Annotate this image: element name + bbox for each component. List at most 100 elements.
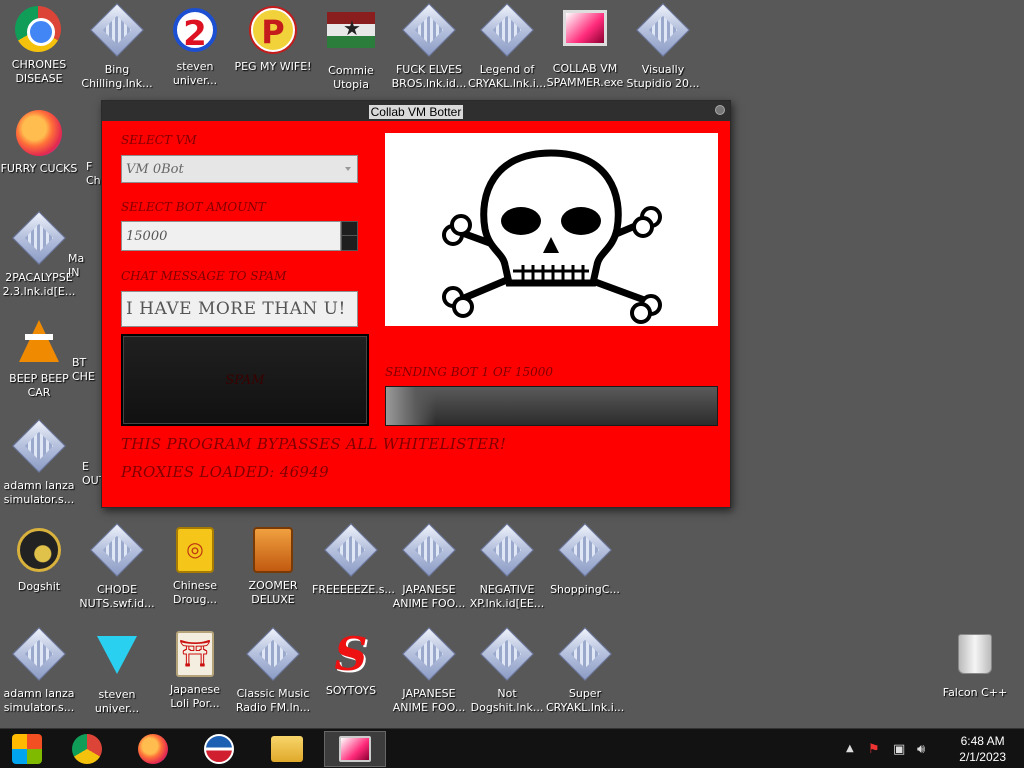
volume-icon[interactable]: 🔊︎ bbox=[917, 742, 925, 757]
skull-image-panel bbox=[385, 133, 718, 326]
desktop-icon-chrones-disease[interactable]: CHRONES DISEASE bbox=[0, 6, 78, 86]
desktop-icon-2pacalypse[interactable]: 2PACALYPSE 2.3.lnk.id[E... bbox=[0, 211, 78, 299]
vlc-cone-icon bbox=[15, 320, 63, 368]
file-explorer-icon bbox=[271, 736, 303, 762]
shortcut-icon bbox=[558, 523, 612, 579]
shortcut-icon bbox=[480, 3, 534, 59]
select-vm-label: SELECT VM bbox=[121, 133, 197, 147]
vm-select-dropdown[interactable]: VM 0Bot bbox=[121, 155, 358, 183]
chevron-down-icon bbox=[345, 167, 351, 171]
s-logo-icon: S bbox=[334, 627, 368, 681]
network-icon[interactable]: ▣ bbox=[893, 742, 905, 757]
desktop-icon-chinese-droug[interactable]: ◎ Chinese Droug... bbox=[156, 526, 234, 607]
desktop-icon-zoomer-deluxe[interactable]: ZOOMER DELUXE bbox=[234, 526, 312, 607]
start-orb-icon bbox=[12, 734, 42, 764]
desktop-icon-negative-xp[interactable]: NEGATIVE XP.lnk.id[EE... bbox=[468, 523, 546, 611]
desktop-icon-adamn-lanza-2[interactable]: adamn lanza simulator.s... bbox=[0, 627, 78, 715]
collab-vm-botter-window[interactable]: Collab VM Botter SELECT VM VM 0Bot SELEC… bbox=[101, 100, 731, 508]
spam-button[interactable]: SPAM bbox=[121, 334, 369, 426]
chat-message-input[interactable]: I HAVE MORE THAN U! bbox=[121, 291, 358, 327]
shortcut-icon bbox=[480, 523, 534, 579]
shortcut-icon bbox=[402, 627, 456, 683]
desktop-icon-shoppingc[interactable]: ShoppingC... bbox=[546, 523, 624, 597]
shortcut-icon bbox=[12, 211, 66, 267]
desktop-icon-not-dogshit[interactable]: Not Dogshit.lnk... bbox=[468, 627, 546, 715]
desktop-icon-legend-of-cryakl[interactable]: Legend of CRYAKL.lnk.i... bbox=[468, 3, 546, 91]
bot-amount-spinner[interactable] bbox=[341, 221, 358, 251]
shortcut-icon bbox=[90, 3, 144, 59]
chrome-icon bbox=[15, 6, 63, 54]
collab-vm-spammer-icon bbox=[339, 736, 371, 762]
chat-message-value: I HAVE MORE THAN U! bbox=[126, 299, 346, 319]
p-button-icon: P bbox=[249, 8, 297, 56]
system-clock[interactable]: 6:48 AM 2/1/2023 bbox=[959, 733, 1006, 765]
mahjong-icon: ◎ bbox=[171, 527, 219, 575]
desktop-icon-falcon-cpp[interactable]: Falcon C++ bbox=[936, 630, 1014, 700]
zoomer-icon bbox=[249, 527, 297, 575]
shortcut-icon bbox=[12, 419, 66, 475]
shortcut-icon bbox=[402, 523, 456, 579]
taskbar-collab-vm-spammer[interactable] bbox=[324, 731, 386, 767]
desktop-icon-collab-vm-spammer[interactable]: COLLAB VM SPAMMER.exe bbox=[546, 6, 624, 90]
shortcut-icon bbox=[558, 627, 612, 683]
flag-icon bbox=[327, 12, 375, 60]
bot-amount-input[interactable]: 15000 bbox=[121, 221, 341, 251]
desktop-icon-bing-chilling[interactable]: Bing Chilling.lnk... bbox=[78, 3, 156, 91]
taskbar-file-explorer[interactable] bbox=[256, 731, 318, 767]
desktop-icon-japanese-anime-foo-1[interactable]: JAPANESE ANIME FOO... bbox=[390, 523, 468, 611]
desktop-icon-classic-music-radio[interactable]: Classic Music Radio FM.ln... bbox=[234, 627, 312, 715]
start-button[interactable] bbox=[0, 731, 54, 767]
bypass-text: THIS PROGRAM BYPASSES ALL WHITELISTER! bbox=[121, 435, 507, 453]
desktop-icon-super-cryakl[interactable]: Super CRYAKL.lnk.i... bbox=[546, 627, 624, 715]
desktop-icon-japanese-anime-foo-2[interactable]: JAPANESE ANIME FOO... bbox=[390, 627, 468, 715]
spin-up-icon[interactable] bbox=[342, 222, 357, 236]
desktop-icon-peg-my-wife[interactable]: P PEG MY WIFE! bbox=[234, 6, 312, 74]
desktop-icon-steven-universe[interactable]: 2 steven univer... bbox=[156, 6, 234, 88]
chrome-icon bbox=[72, 734, 102, 764]
desktop-icon-japanese-loli-por[interactable]: ⛩ Japanese Loli Por... bbox=[156, 630, 234, 711]
desktop-icon-freeeeeze[interactable]: FREEEEEZE.s... bbox=[312, 523, 395, 597]
firefox-icon bbox=[138, 734, 168, 764]
shortcut-icon bbox=[636, 3, 690, 59]
chat-message-label: CHAT MESSAGE TO SPAM bbox=[121, 269, 287, 283]
window-titlebar[interactable]: Collab VM Botter bbox=[102, 101, 730, 121]
taskbar-chrome[interactable] bbox=[56, 731, 118, 767]
show-hidden-icon[interactable]: ▲ bbox=[846, 743, 854, 754]
taskbar-obama-logo[interactable] bbox=[188, 731, 250, 767]
desktop-icon-visually-stupidio[interactable]: Visually Stupidio 20... bbox=[624, 3, 702, 91]
recycle-bin-icon bbox=[951, 634, 999, 682]
bot-amount-label: SELECT BOT AMOUNT bbox=[121, 200, 266, 214]
skull-crossbones-icon bbox=[442, 149, 662, 324]
monitor-icon bbox=[561, 10, 609, 58]
firefox-icon bbox=[15, 110, 63, 158]
desktop-icon-furry-cucks[interactable]: FURRY CUCKS bbox=[0, 110, 78, 176]
diamond-gem-icon bbox=[93, 636, 141, 684]
taskbar-firefox[interactable] bbox=[122, 731, 184, 767]
desktop-icon-chode-nuts[interactable]: CHODE NUTS.swf.id... bbox=[78, 523, 156, 611]
desktop-icon-fuck-elves-bros[interactable]: FUCK ELVES BROS.lnk.id... bbox=[390, 3, 468, 91]
spam-button-label: SPAM bbox=[225, 372, 265, 388]
progress-fill bbox=[386, 387, 436, 425]
bot-amount-value: 15000 bbox=[126, 228, 168, 244]
proxies-loaded-text: PROXIES LOADED: 46949 bbox=[121, 463, 329, 481]
obama-logo-icon bbox=[204, 734, 234, 764]
desktop-icon-commie-utopia[interactable]: Commie Utopia bbox=[312, 6, 390, 92]
desktop-icon-beep-beep-car[interactable]: BEEP BEEP CAR bbox=[0, 318, 78, 400]
shortcut-icon bbox=[402, 3, 456, 59]
action-center-flag-icon[interactable]: ⚑ bbox=[868, 742, 880, 757]
desktop-icon-steven-universe-gem[interactable]: steven univer... bbox=[78, 630, 156, 716]
taskbar: ▲ ⚑ ▣ 🔊︎ 6:48 AM 2/1/2023 bbox=[0, 728, 1024, 768]
torii-tile-icon: ⛩ bbox=[171, 631, 219, 679]
desktop-icon-dogshit[interactable]: Dogshit bbox=[0, 526, 78, 594]
shortcut-icon bbox=[12, 627, 66, 683]
vm-select-value: VM 0Bot bbox=[126, 161, 184, 177]
window-title: Collab VM Botter bbox=[368, 105, 464, 119]
shortcut-icon bbox=[480, 627, 534, 683]
number-2-badge-icon: 2 bbox=[171, 8, 219, 56]
shortcut-icon bbox=[324, 523, 378, 579]
close-icon[interactable] bbox=[715, 105, 725, 115]
desktop-icon-soytoys[interactable]: S SOYTOYS bbox=[312, 630, 390, 698]
shortcut-icon bbox=[90, 523, 144, 579]
desktop-icon-adamn-lanza-1[interactable]: adamn lanza simulator.s... bbox=[0, 419, 78, 507]
shortcut-icon bbox=[246, 627, 300, 683]
